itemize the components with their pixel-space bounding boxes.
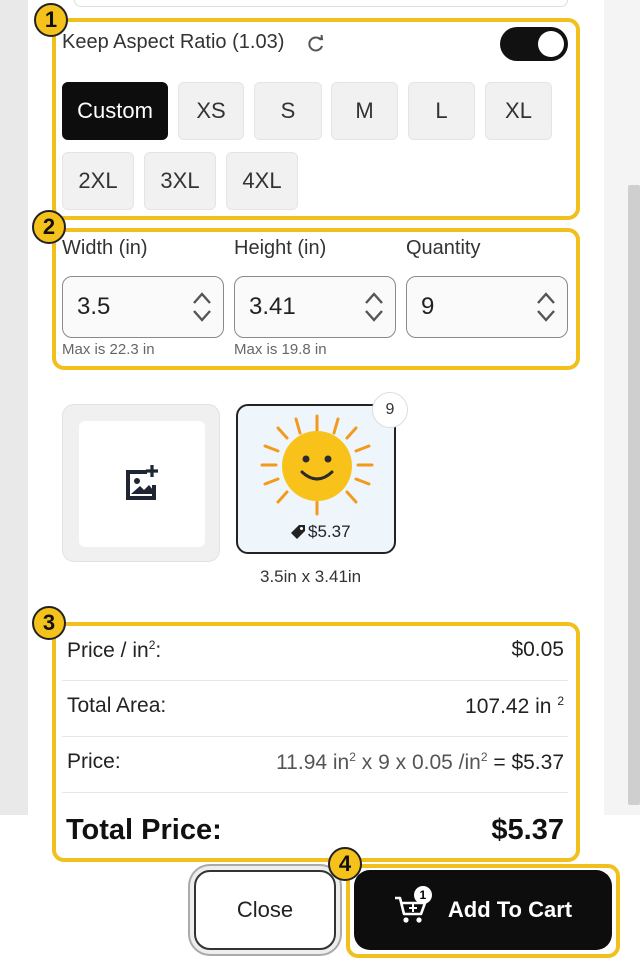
height-input[interactable]: 3.41 xyxy=(234,276,396,338)
width-label: Width (in) xyxy=(62,237,148,259)
aspect-ratio-label: Keep Aspect Ratio (1.03) xyxy=(62,31,285,53)
width-value: 3.5 xyxy=(77,293,111,320)
total-area-row: Total Area: 107.42 in 2 xyxy=(62,680,568,737)
total-area-label: Total Area: xyxy=(67,694,167,717)
size-custom-button[interactable]: Custom xyxy=(62,82,168,140)
thumbnail-dimensions: 3.5in x 3.41in xyxy=(260,567,362,586)
thumbnail-quantity-badge: 9 xyxy=(372,392,408,428)
refresh-icon[interactable] xyxy=(306,34,326,54)
price-formula: 11.94 in2 x 9 x 0.05 /in2 = $5.37 xyxy=(276,750,564,774)
quantity-value: 9 xyxy=(421,293,435,320)
add-to-cart-button[interactable]: 1 Add To Cart xyxy=(354,870,612,950)
size-2xl-button[interactable]: 2XL xyxy=(62,152,134,210)
price-tag-icon xyxy=(291,525,305,539)
design-thumbnail[interactable]: $5.37 xyxy=(236,404,396,554)
cart-count-badge: 1 xyxy=(413,886,432,904)
width-max-note: Max is 22.3 in xyxy=(62,341,155,358)
price-row: Price: 11.94 in2 x 9 x 0.05 /in2 = $5.37 xyxy=(62,736,568,793)
height-value: 3.41 xyxy=(249,293,296,320)
step-badge-2: 2 xyxy=(32,210,66,244)
sun-sticker-image xyxy=(260,414,374,516)
price-per-area-label: Price / in xyxy=(67,639,149,662)
upload-area xyxy=(79,421,205,547)
toggle-knob xyxy=(538,31,564,57)
thumbnail-price-value: $5.37 xyxy=(308,522,351,541)
close-button[interactable]: Close xyxy=(194,870,336,950)
price-per-area-row: Price / in2: $0.05 xyxy=(62,624,568,681)
quantity-input[interactable]: 9 xyxy=(406,276,568,338)
previous-section-edge xyxy=(74,0,568,7)
size-3xl-button[interactable]: 3XL xyxy=(144,152,216,210)
size-l-button[interactable]: L xyxy=(408,82,475,140)
step-badge-3: 3 xyxy=(32,606,66,640)
size-s-button[interactable]: S xyxy=(254,82,322,140)
add-to-cart-label: Add To Cart xyxy=(447,897,573,922)
cart-icon: 1 xyxy=(394,886,432,926)
width-input[interactable]: 3.5 xyxy=(62,276,224,338)
stepper-arrows-icon[interactable] xyxy=(191,289,213,325)
total-area-value: 107.42 in xyxy=(465,695,552,718)
price-label: Price: xyxy=(67,750,121,773)
total-price-label: Total Price: xyxy=(66,814,222,846)
upload-image-button[interactable] xyxy=(62,404,220,562)
thumbnail-price: $5.37 xyxy=(290,522,351,542)
stepper-arrows-icon[interactable] xyxy=(535,289,557,325)
height-label: Height (in) xyxy=(234,237,327,259)
size-xs-button[interactable]: XS xyxy=(178,82,244,140)
size-4xl-button[interactable]: 4XL xyxy=(226,152,298,210)
stepper-arrows-icon[interactable] xyxy=(363,289,385,325)
add-image-icon xyxy=(126,465,158,500)
size-m-button[interactable]: M xyxy=(331,82,398,140)
aspect-ratio-toggle[interactable] xyxy=(500,27,568,61)
size-xl-button[interactable]: XL xyxy=(485,82,552,140)
price-per-area-value: $0.05 xyxy=(511,638,564,661)
height-max-note: Max is 19.8 in xyxy=(234,341,327,358)
scrollbar-thumb[interactable] xyxy=(628,185,640,805)
quantity-label: Quantity xyxy=(406,237,481,259)
total-price-value: $5.37 xyxy=(491,814,564,846)
